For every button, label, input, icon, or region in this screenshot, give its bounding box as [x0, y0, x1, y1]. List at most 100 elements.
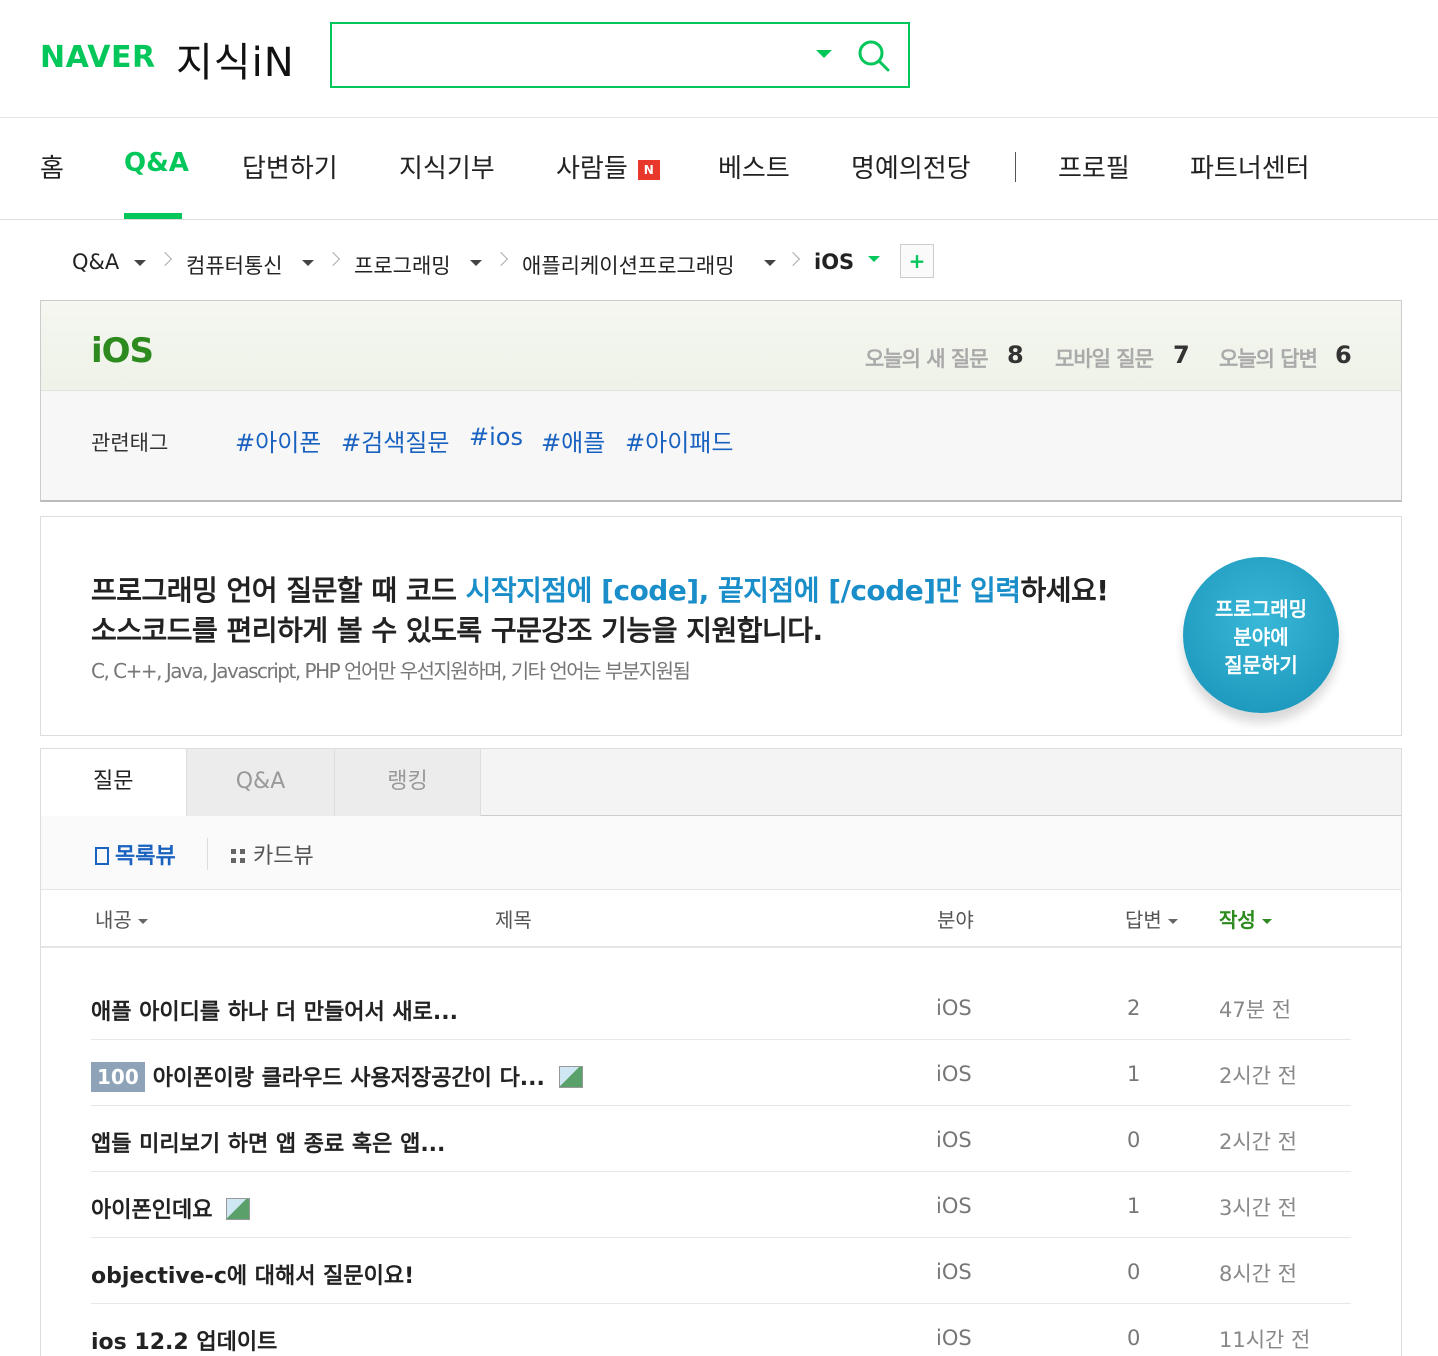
- search-icon[interactable]: [856, 38, 892, 74]
- naver-logo[interactable]: NAVER: [40, 40, 156, 75]
- banner-text: 하세요!: [1020, 574, 1110, 607]
- breadcrumb-ios[interactable]: iOS: [814, 250, 854, 274]
- question-title-link[interactable]: 앱들 미리보기 하면 앱 종료 혹은 앱...: [91, 1126, 445, 1158]
- tab-questions[interactable]: 질문: [41, 749, 187, 819]
- question-field[interactable]: iOS: [936, 996, 972, 1020]
- category-header: iOS 오늘의 새 질문 8 모바일 질문 7 오늘의 답변 6: [41, 301, 1401, 391]
- question-title-link[interactable]: 애플 아이디를 하나 더 만들어서 새로...: [91, 994, 458, 1026]
- tab-qna[interactable]: Q&A: [187, 749, 335, 817]
- chevron-down-icon[interactable]: [868, 256, 880, 262]
- chevron-down-icon[interactable]: [764, 260, 776, 266]
- chevron-right-icon: [785, 251, 801, 267]
- answer-count: 0: [1127, 1260, 1141, 1284]
- tag-link[interactable]: #검색질문: [341, 423, 449, 458]
- question-title-cell: 100 아이폰이랑 클라우드 사용저장공간이 다...: [91, 1060, 583, 1092]
- question-field[interactable]: iOS: [936, 1194, 972, 1218]
- list-view-button[interactable]: 목록뷰: [95, 838, 176, 870]
- nav-people[interactable]: 사람들 N: [556, 148, 660, 185]
- nav-answer[interactable]: 답변하기: [242, 148, 338, 185]
- grid-icon: [231, 849, 245, 863]
- tag-link[interactable]: #아이폰: [235, 423, 321, 458]
- chevron-right-icon: [325, 251, 341, 267]
- stat-value: 8: [1007, 341, 1024, 369]
- written-time: 3시간 전: [1219, 1196, 1297, 1220]
- chevron-down-icon: [137, 919, 148, 924]
- sort-bounty[interactable]: 내공: [95, 904, 148, 933]
- search-input[interactable]: [344, 36, 804, 76]
- nav-donation[interactable]: 지식기부: [399, 148, 495, 185]
- question-title-link[interactable]: 아이폰이랑 클라우드 사용저장공간이 다...: [153, 1066, 545, 1091]
- tag-link[interactable]: #애플: [541, 423, 605, 458]
- bounty-badge: 100: [91, 1062, 145, 1092]
- banner-line-1: 프로그래밍 언어 질문할 때 코드 시작지점에 [code], 끝지점에 [/c…: [91, 569, 1109, 609]
- nav-qna[interactable]: Q&A: [124, 148, 189, 178]
- column-field: 분야: [937, 908, 974, 932]
- answer-count: 1: [1127, 1194, 1141, 1218]
- sort-answers[interactable]: 답변: [1125, 904, 1178, 933]
- question-title-link[interactable]: 아이폰인데요: [91, 1198, 212, 1223]
- category-title: iOS: [91, 331, 154, 371]
- chevron-right-icon: [493, 251, 509, 267]
- table-row[interactable]: 애플 아이디를 하나 더 만들어서 새로... iOS 2 47분 전: [91, 974, 1351, 1040]
- ask-button-line: 프로그래밍: [1215, 597, 1307, 621]
- ask-question-button[interactable]: 프로그래밍 분야에 질문하기: [1183, 557, 1339, 713]
- chevron-down-icon[interactable]: [302, 260, 314, 266]
- written-time: 8시간 전: [1219, 1262, 1297, 1286]
- content-tabs: 질문 Q&A 랭킹: [40, 748, 1402, 819]
- banner-text: 프로그래밍 언어 질문할 때 코드: [91, 574, 466, 607]
- chevron-down-icon: [1167, 919, 1178, 924]
- nav-partner-center[interactable]: 파트너센터: [1190, 148, 1310, 185]
- tab-ranking[interactable]: 랭킹: [335, 749, 481, 817]
- header: NAVER 지식iN: [0, 0, 1438, 118]
- related-tags-label: 관련태그: [91, 431, 169, 455]
- chevron-down-icon[interactable]: [470, 260, 482, 266]
- sort-written[interactable]: 작성: [1219, 904, 1272, 933]
- nav-hall-of-fame[interactable]: 명예의전당: [851, 148, 971, 185]
- question-title-link[interactable]: ios 12.2 업데이트: [91, 1324, 277, 1356]
- table-row[interactable]: 앱들 미리보기 하면 앱 종료 혹은 앱... iOS 0 2시간 전: [91, 1106, 1351, 1172]
- category-panel: iOS 오늘의 새 질문 8 모바일 질문 7 오늘의 답변 6 관련태그 #아…: [40, 300, 1402, 502]
- nav-profile[interactable]: 프로필: [1058, 148, 1130, 185]
- chevron-down-icon: [1261, 919, 1272, 924]
- written-time: 11시간 전: [1219, 1328, 1311, 1352]
- jisikin-logo[interactable]: 지식iN: [176, 30, 295, 88]
- card-view-label: 카드뷰: [253, 844, 314, 869]
- tag-link[interactable]: #ios: [469, 423, 523, 451]
- question-list: 애플 아이디를 하나 더 만들어서 새로... iOS 2 47분 전 100 아…: [40, 948, 1402, 1356]
- nav-home[interactable]: 홈: [40, 148, 64, 185]
- chevron-down-icon[interactable]: [134, 260, 146, 266]
- new-badge: N: [637, 159, 660, 180]
- nav-best[interactable]: 베스트: [718, 148, 790, 185]
- column-header: 답변: [1125, 908, 1162, 932]
- question-field[interactable]: iOS: [936, 1326, 972, 1350]
- table-row[interactable]: ios 12.2 업데이트 iOS 0 11시간 전: [91, 1304, 1351, 1356]
- breadcrumb-qna[interactable]: Q&A: [72, 250, 119, 274]
- question-field[interactable]: iOS: [936, 1260, 972, 1284]
- question-field[interactable]: iOS: [936, 1062, 972, 1086]
- table-row[interactable]: 100 아이폰이랑 클라우드 사용저장공간이 다... iOS 1 2시간 전: [91, 1040, 1351, 1106]
- question-title-link[interactable]: objective-c에 대해서 질문이요!: [91, 1258, 414, 1290]
- breadcrumb-computer[interactable]: 컴퓨터통신: [186, 250, 283, 280]
- image-attached-icon: [558, 1066, 583, 1088]
- table-row[interactable]: 아이폰인데요 iOS 1 3시간 전: [91, 1172, 1351, 1238]
- breadcrumb-app-programming[interactable]: 애플리케이션프로그래밍: [522, 250, 735, 280]
- question-title-cell: 아이폰인데요: [91, 1192, 251, 1224]
- add-category-button[interactable]: +: [900, 244, 934, 278]
- tag-link[interactable]: #아이패드: [625, 423, 733, 458]
- stat-label: 모바일 질문: [1055, 347, 1154, 371]
- search-dropdown-icon[interactable]: [816, 50, 832, 58]
- answer-count: 0: [1127, 1128, 1141, 1152]
- banner-line-2: 소스코드를 편리하게 볼 수 있도록 구문강조 기능을 지원합니다.: [91, 614, 823, 647]
- table-row[interactable]: objective-c에 대해서 질문이요! iOS 0 8시간 전: [91, 1238, 1351, 1304]
- question-field[interactable]: iOS: [936, 1128, 972, 1152]
- list-view-label: 목록뷰: [115, 844, 176, 869]
- nav-divider: [1015, 152, 1016, 182]
- ask-button-line: 질문하기: [1224, 653, 1298, 677]
- list-icon: [95, 847, 109, 865]
- card-view-button[interactable]: 카드뷰: [231, 838, 314, 870]
- breadcrumb-programming[interactable]: 프로그래밍: [354, 250, 451, 280]
- column-title: 제목: [495, 908, 532, 932]
- answer-count: 0: [1127, 1326, 1141, 1350]
- column-header: 작성: [1219, 908, 1256, 932]
- answer-count: 2: [1127, 996, 1141, 1020]
